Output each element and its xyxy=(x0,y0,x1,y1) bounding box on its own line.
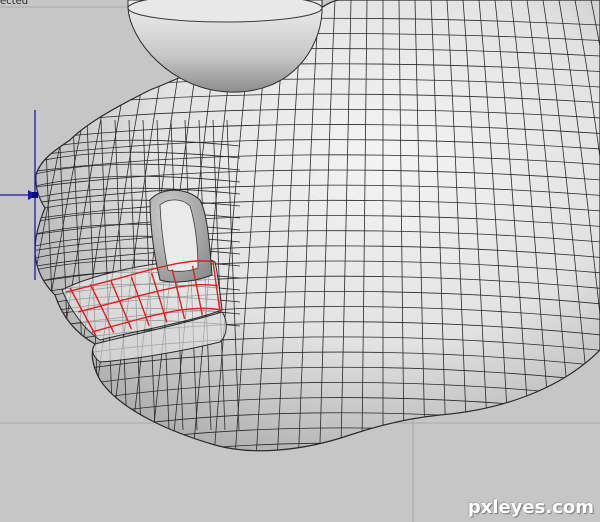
transform-gizmo[interactable] xyxy=(0,110,38,280)
scene-canvas[interactable] xyxy=(0,0,600,522)
wire-horizontal xyxy=(20,458,600,491)
watermark: pxleyes.com xyxy=(467,497,594,518)
viewport-status-text: ected xyxy=(0,0,29,7)
head-mesh[interactable] xyxy=(0,0,600,491)
wire-horizontal xyxy=(35,442,600,451)
viewport-3d[interactable]: ected pxleyes.com xyxy=(0,0,600,522)
